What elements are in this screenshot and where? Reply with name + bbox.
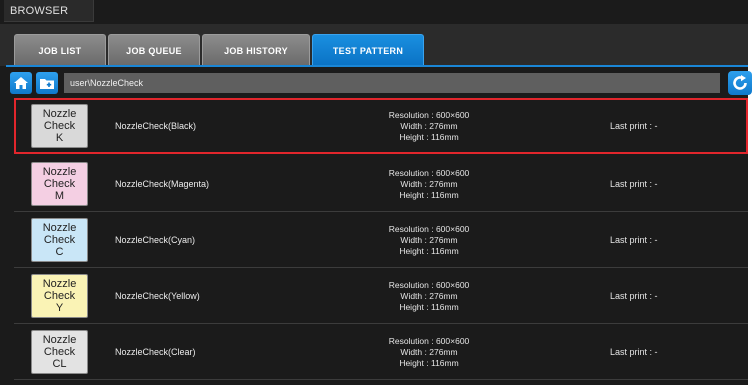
pattern-row-magenta[interactable]: Nozzle Check M NozzleCheck(Magenta) Resolu… bbox=[14, 156, 748, 212]
new-folder-button[interactable] bbox=[36, 72, 58, 94]
window-title: BROWSER bbox=[4, 0, 94, 22]
path-bar: user\NozzleCheck bbox=[8, 70, 752, 96]
pattern-thumbnail: Nozzle Check CL bbox=[31, 330, 88, 374]
pattern-row-cyan[interactable]: Nozzle Check C NozzleCheck(Cyan) Resolutio… bbox=[14, 212, 748, 268]
pattern-row-yellow[interactable]: Nozzle Check Y NozzleCheck(Yellow) Resolut… bbox=[14, 268, 748, 324]
pattern-row-clear[interactable]: Nozzle Check CL NozzleCheck(Clear) Resolut… bbox=[14, 324, 748, 380]
pattern-name: NozzleCheck(Yellow) bbox=[115, 291, 200, 301]
pattern-name: NozzleCheck(Black) bbox=[115, 121, 197, 131]
pattern-name: NozzleCheck(Clear) bbox=[115, 347, 196, 357]
tab-job-history[interactable]: JOB HISTORY bbox=[202, 34, 310, 66]
test-pattern-list: Nozzle Check K NozzleCheck(Black) Resoluti… bbox=[14, 98, 748, 385]
pattern-info: Resolution : 600×600 Width : 276mm Height … bbox=[388, 168, 470, 200]
pattern-info: Resolution : 600×600 Width : 276mm Height … bbox=[388, 336, 470, 368]
pattern-thumbnail: Nozzle Check Y bbox=[31, 274, 88, 318]
home-icon bbox=[14, 77, 28, 89]
last-print: Last print : - bbox=[610, 291, 658, 301]
pattern-info: Resolution : 600×600 Width : 276mm Height … bbox=[388, 110, 470, 142]
refresh-icon bbox=[733, 75, 747, 90]
pattern-info: Resolution : 600×600 Width : 276mm Height … bbox=[388, 280, 470, 312]
last-print: Last print : - bbox=[610, 179, 658, 189]
pattern-thumbnail: Nozzle Check C bbox=[31, 218, 88, 262]
browser-window: BROWSER JOB LIST JOB QUEUE JOB HISTORY T… bbox=[0, 0, 752, 385]
folder-icon bbox=[40, 79, 54, 89]
pattern-name: NozzleCheck(Cyan) bbox=[115, 235, 196, 245]
tab-bar: JOB LIST JOB QUEUE JOB HISTORY TEST PATT… bbox=[0, 24, 748, 66]
pattern-thumbnail: Nozzle Check K bbox=[31, 104, 88, 148]
pattern-row-black[interactable]: Nozzle Check K NozzleCheck(Black) Resoluti… bbox=[14, 98, 748, 154]
path-field[interactable]: user\NozzleCheck bbox=[64, 73, 720, 93]
tab-job-list[interactable]: JOB LIST bbox=[14, 34, 106, 66]
last-print: Last print : - bbox=[610, 235, 658, 245]
tab-test-pattern[interactable]: TEST PATTERN bbox=[312, 34, 424, 66]
pattern-thumbnail: Nozzle Check M bbox=[31, 162, 88, 206]
refresh-button[interactable] bbox=[728, 71, 752, 95]
home-button[interactable] bbox=[10, 72, 32, 94]
tab-job-queue[interactable]: JOB QUEUE bbox=[108, 34, 200, 66]
last-print: Last print : - bbox=[610, 347, 658, 357]
last-print: Last print : - bbox=[610, 121, 658, 131]
pattern-name: NozzleCheck(Magenta) bbox=[115, 179, 210, 189]
pattern-info: Resolution : 600×600 Width : 276mm Height … bbox=[388, 224, 470, 256]
tab-underline bbox=[6, 65, 748, 67]
